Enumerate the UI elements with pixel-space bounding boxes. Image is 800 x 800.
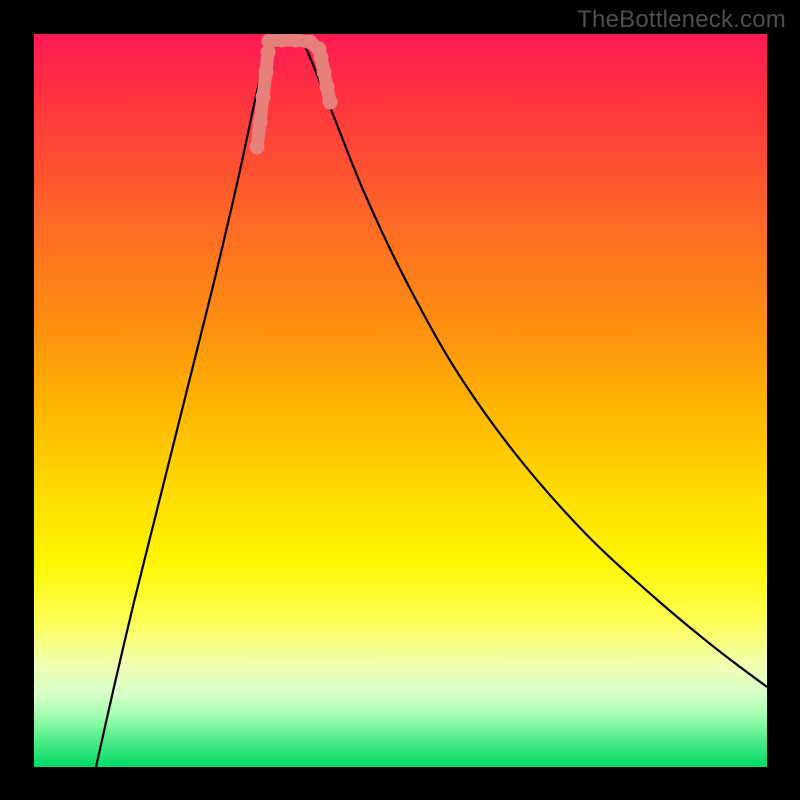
marker-layer: [250, 34, 338, 155]
pink-marker-left-dot: [250, 140, 265, 155]
watermark-text: TheBottleneck.com: [577, 6, 786, 34]
pink-marker-left-dot: [256, 90, 271, 105]
pink-marker-right-dot: [314, 50, 329, 65]
pink-marker-left-dot: [253, 115, 268, 130]
pink-marker-right-dot: [317, 65, 332, 80]
pink-marker-right-dot: [323, 95, 338, 110]
plot-area: [34, 34, 767, 767]
pink-marker-right-dot: [320, 80, 335, 95]
pink-marker-bottom-dot: [262, 34, 277, 49]
curve-layer: [96, 39, 767, 767]
right-curve: [302, 39, 767, 687]
left-curve: [96, 39, 267, 767]
chart-frame: TheBottleneck.com: [0, 0, 800, 800]
pink-marker-left-dot: [259, 65, 274, 80]
plot-svg: [34, 34, 767, 767]
